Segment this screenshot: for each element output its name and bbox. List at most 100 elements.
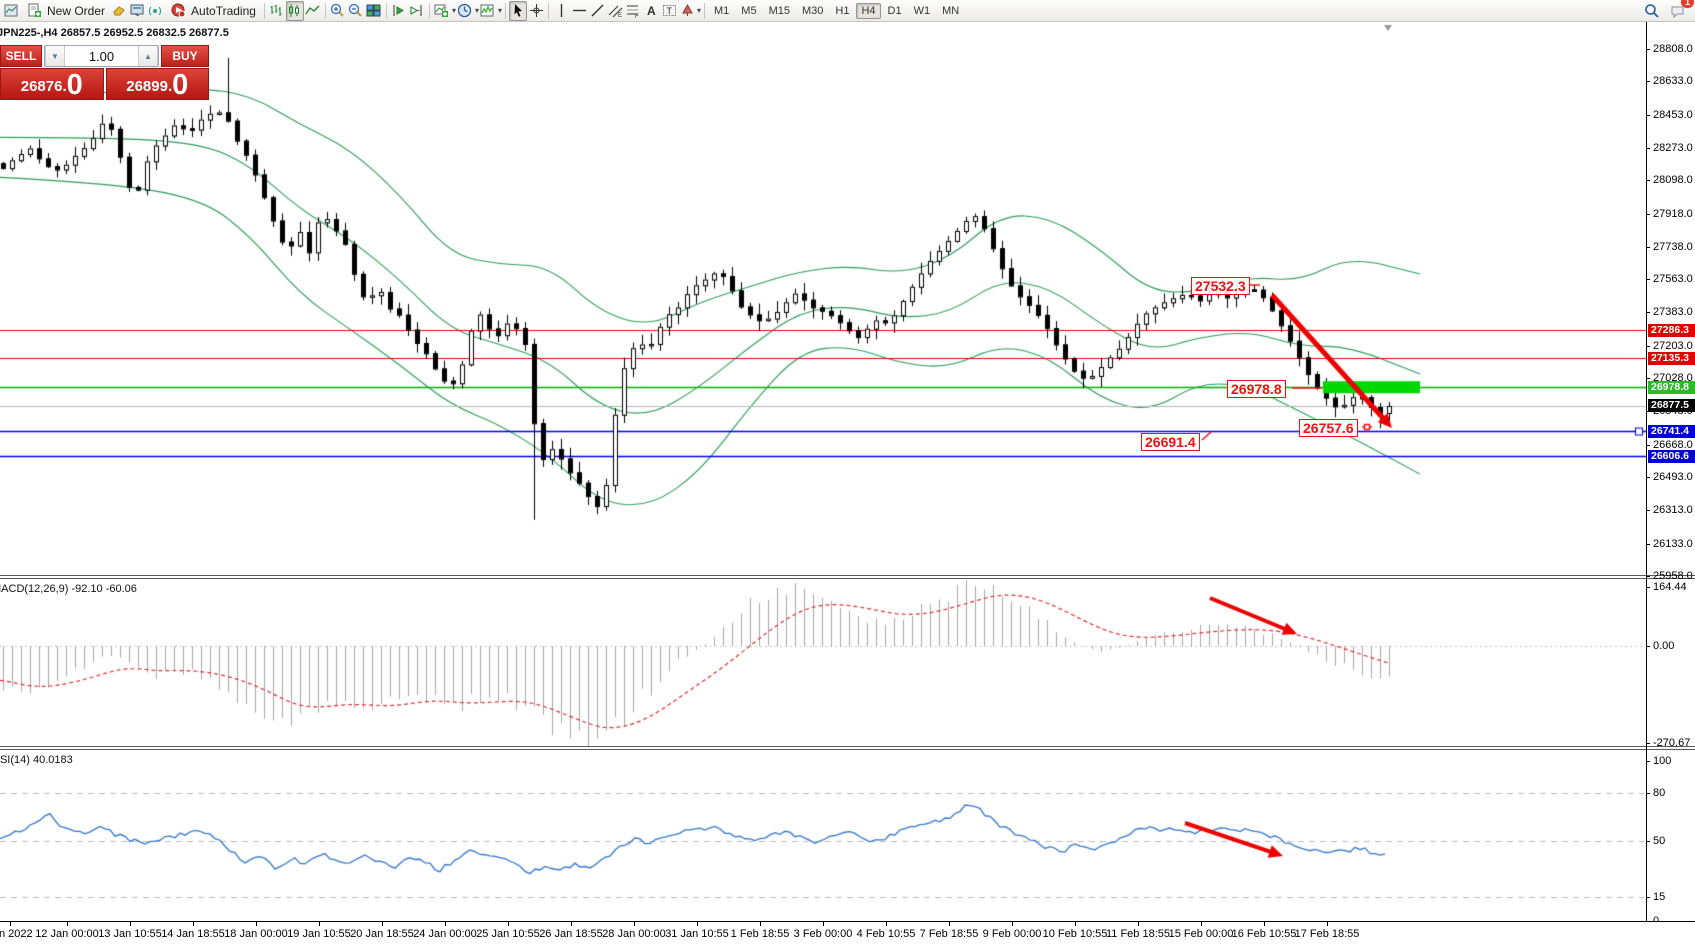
data-window-icon[interactable]: [128, 1, 146, 21]
time-axis-label: 3 Feb 00:00: [794, 928, 853, 940]
timeframe-H4[interactable]: H4: [856, 3, 880, 19]
new-order-icon: [25, 1, 43, 21]
axis-tick: [1646, 761, 1650, 762]
autotrading-button[interactable]: AutoTrading: [164, 1, 261, 21]
buy-price: 26899.: [126, 76, 172, 98]
horizontal-line-tool-icon[interactable]: [570, 1, 588, 21]
market-watch-icon[interactable]: [110, 1, 128, 21]
axis-tick: [1646, 841, 1650, 842]
chart-window-icon[interactable]: [2, 1, 20, 21]
time-axis-tick: [760, 922, 761, 926]
trendline-tool-icon[interactable]: [588, 1, 606, 21]
indicators-dropdown[interactable]: ▾: [498, 6, 502, 15]
time-axis-label: 13 Jan 10:55: [98, 928, 162, 940]
buy-price-display[interactable]: 26899.0: [106, 68, 210, 100]
axis-tick-label: 27918.0: [1653, 208, 1693, 220]
price-badge: 27286.3: [1648, 324, 1695, 337]
auto-scroll-icon[interactable]: [390, 1, 408, 21]
volume-decrease-button[interactable]: ▼: [45, 46, 65, 66]
periods-clock-icon[interactable]: [456, 1, 474, 21]
autotrading-label: AutoTrading: [191, 4, 256, 18]
axis-tick: [1646, 312, 1650, 313]
sell-button[interactable]: SELL: [0, 45, 42, 67]
volume-value[interactable]: 1.00: [65, 46, 138, 66]
toolbar-separator: [548, 3, 549, 19]
equidistant-channel-tool-icon[interactable]: E: [606, 1, 624, 21]
time-axis-label: 25 Jan 10:55: [476, 928, 540, 940]
timeframe-M1[interactable]: M1: [709, 3, 734, 19]
tile-windows-icon[interactable]: [365, 1, 383, 21]
axis-tick: [1646, 279, 1650, 280]
time-axis[interactable]: Jan 202212 Jan 00:0013 Jan 10:5514 Jan 1…: [0, 921, 1695, 945]
time-axis-tick: [67, 922, 68, 926]
axis-tick-label: 28273.0: [1653, 142, 1693, 154]
axis-tick: [1646, 793, 1650, 794]
new-chart-icon[interactable]: [433, 1, 451, 21]
notifications-icon[interactable]: 1: [1669, 1, 1687, 21]
axis-tick-label: 27738.0: [1653, 241, 1693, 253]
axis-tick-label: -270.67: [1653, 737, 1690, 749]
candlestick-type-icon[interactable]: [286, 1, 304, 21]
timeframe-H1[interactable]: H1: [830, 3, 854, 19]
zoom-out-icon[interactable]: [347, 1, 365, 21]
time-axis-tick: [256, 922, 257, 926]
toolbar-separator: [429, 3, 430, 19]
volume-increase-button[interactable]: ▲: [138, 46, 158, 66]
main-price-chart[interactable]: [0, 22, 1646, 575]
text-tool-icon[interactable]: A: [642, 1, 660, 21]
line-chart-type-icon[interactable]: [304, 1, 322, 21]
timeframe-W1[interactable]: W1: [909, 3, 936, 19]
axis-tick: [1646, 148, 1650, 149]
timeframe-MN[interactable]: MN: [937, 3, 964, 19]
price-axis-line: [1646, 22, 1647, 921]
axis-tick-label: 27383.0: [1653, 306, 1693, 318]
macd-label: MACD(12,26,9) -92.10 -60.06: [0, 583, 137, 595]
chart-title-ohlc: JPN225-,H4 26857.5 26952.5 26832.5 26877…: [0, 27, 229, 39]
new-order-button[interactable]: New Order: [20, 1, 110, 21]
chart-shift-icon[interactable]: [408, 1, 426, 21]
fibonacci-tool-icon[interactable]: F: [624, 1, 642, 21]
axis-tick-label: 80: [1653, 787, 1665, 799]
svg-text:F: F: [635, 14, 639, 18]
time-axis-tick: [445, 922, 446, 926]
time-axis-label: 24 Jan 00:00: [413, 928, 477, 940]
axis-tick-label: 15: [1653, 891, 1665, 903]
price-annotation-label[interactable]: 27532.3: [1191, 277, 1250, 295]
price-annotation-label[interactable]: 26978.8: [1227, 380, 1286, 398]
svg-text:T: T: [666, 6, 672, 16]
rsi-indicator-panel[interactable]: [0, 750, 1646, 920]
buy-button[interactable]: BUY: [161, 45, 209, 67]
axis-tick: [1646, 346, 1650, 347]
price-badge: 26741.4: [1648, 425, 1695, 438]
macd-indicator-panel[interactable]: [0, 579, 1646, 746]
search-icon[interactable]: [1643, 1, 1661, 21]
text-label-tool-icon[interactable]: T: [660, 1, 678, 21]
timeframe-M30[interactable]: M30: [797, 3, 828, 19]
arrows-tool-icon[interactable]: [678, 1, 696, 21]
time-axis-tick: [1012, 922, 1013, 926]
cursor-tool-icon[interactable]: [509, 1, 527, 21]
time-axis-tick: [1264, 922, 1265, 926]
trading-terminal-window: New Order AutoTrading: [0, 0, 1695, 945]
axis-tick-label: 27203.0: [1653, 340, 1693, 352]
price-annotation-label[interactable]: 26757.6: [1299, 419, 1358, 437]
time-axis-tick: [634, 922, 635, 926]
timeframe-group: M1M5M15M30H1H4D1W1MN: [708, 3, 965, 19]
bar-chart-type-icon[interactable]: [268, 1, 286, 21]
time-axis-tick: [1075, 922, 1076, 926]
indicators-icon[interactable]: [479, 1, 497, 21]
axis-tick: [1646, 646, 1650, 647]
time-axis-tick: [382, 922, 383, 926]
vertical-line-tool-icon[interactable]: [552, 1, 570, 21]
sell-price-display[interactable]: 26876.0: [0, 68, 104, 100]
signals-icon[interactable]: [146, 1, 164, 21]
crosshair-tool-icon[interactable]: [527, 1, 545, 21]
price-annotation-label[interactable]: 26691.4: [1141, 433, 1200, 451]
arrows-dropdown[interactable]: ▾: [697, 6, 701, 15]
timeframe-M5[interactable]: M5: [736, 3, 761, 19]
zoom-in-icon[interactable]: [329, 1, 347, 21]
timeframe-M15[interactable]: M15: [764, 3, 795, 19]
axis-tick-label: 50: [1653, 835, 1665, 847]
timeframe-D1[interactable]: D1: [883, 3, 907, 19]
axis-tick-label: 28453.0: [1653, 109, 1693, 121]
